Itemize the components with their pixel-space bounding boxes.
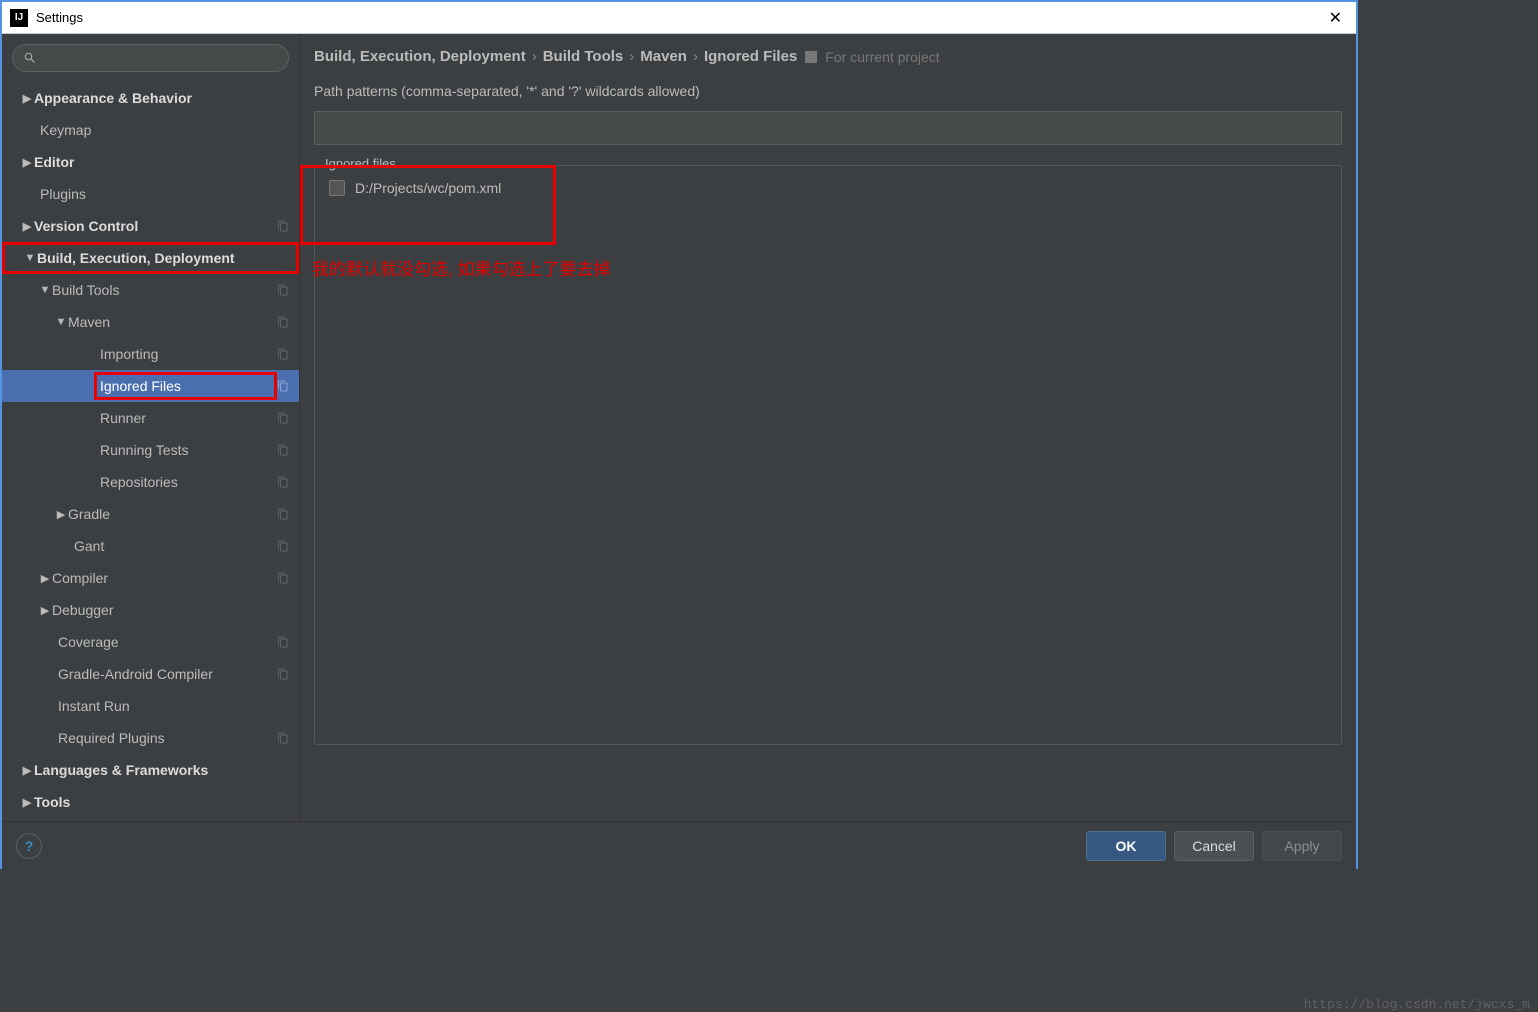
settings-sidebar: ▶Appearance & BehaviorKeymap▶EditorPlugi… — [2, 34, 300, 821]
tree-item-instant-run[interactable]: Instant Run — [2, 690, 299, 722]
tree-item-compiler[interactable]: ▶Compiler — [2, 562, 299, 594]
tree-item-label: Build, Execution, Deployment — [37, 250, 286, 266]
expand-arrow-icon: ▶ — [20, 220, 34, 233]
tree-item-label: Build Tools — [52, 282, 277, 298]
expand-arrow-icon: ▼ — [38, 284, 52, 296]
ok-button[interactable]: OK — [1086, 831, 1166, 861]
tree-item-label: Plugins — [40, 186, 289, 202]
crumb-sep: › — [693, 48, 698, 65]
tree-item-maven[interactable]: ▼Maven — [2, 306, 299, 338]
app-icon: IJ — [10, 9, 28, 27]
tree-item-running-tests[interactable]: Running Tests — [2, 434, 299, 466]
tree-item-label: Required Plugins — [58, 730, 277, 746]
crumb-1[interactable]: Build Tools — [543, 48, 624, 65]
tree-item-label: Instant Run — [58, 698, 289, 714]
crumb-3[interactable]: Ignored Files — [704, 48, 797, 65]
expand-arrow-icon: ▶ — [38, 604, 52, 617]
tree-item-build-tools[interactable]: ▼Build Tools — [2, 274, 299, 306]
tree-item-label: Version Control — [34, 218, 277, 234]
tree-item-label: Debugger — [52, 602, 289, 618]
tree-item-tools[interactable]: ▶Tools — [2, 786, 299, 818]
ignored-files-heading: Ignored files — [321, 156, 400, 171]
expand-arrow-icon: ▶ — [20, 764, 34, 777]
tree-item-gradle-android-compiler[interactable]: Gradle-Android Compiler — [2, 658, 299, 690]
main-panel: Build, Execution, Deployment › Build Too… — [300, 34, 1356, 821]
tree-item-gradle[interactable]: ▶Gradle — [2, 498, 299, 530]
tree-item-label: Running Tests — [100, 442, 277, 458]
tree-item-label: Maven — [68, 314, 277, 330]
crumb-2[interactable]: Maven — [640, 48, 687, 65]
tree-item-gant[interactable]: Gant — [2, 530, 299, 562]
tree-item-appearance-behavior[interactable]: ▶Appearance & Behavior — [2, 82, 299, 114]
breadcrumb: Build, Execution, Deployment › Build Too… — [300, 34, 1356, 73]
ignored-file-path: D:/Projects/wc/pom.xml — [355, 180, 501, 196]
crumb-sep: › — [629, 48, 634, 65]
tree-item-editor[interactable]: ▶Editor — [2, 146, 299, 178]
expand-arrow-icon: ▶ — [54, 508, 68, 521]
expand-arrow-icon: ▶ — [20, 796, 34, 809]
path-patterns-input[interactable] — [314, 111, 1342, 145]
dialog-footer: ? OK Cancel Apply https://blog.csdn.net/… — [2, 821, 1356, 869]
settings-tree: ▶Appearance & BehaviorKeymap▶EditorPlugi… — [2, 82, 299, 821]
ignored-file-checkbox[interactable] — [329, 180, 345, 196]
tree-item-plugins[interactable]: Plugins — [2, 178, 299, 210]
expand-arrow-icon: ▼ — [23, 252, 37, 264]
search-input[interactable] — [12, 44, 289, 72]
search-icon — [23, 51, 37, 65]
titlebar: IJ Settings ✕ — [2, 2, 1356, 34]
tree-item-label: Coverage — [58, 634, 277, 650]
tree-item-importing[interactable]: Importing — [2, 338, 299, 370]
expand-arrow-icon: ▶ — [20, 92, 34, 105]
tree-item-debugger[interactable]: ▶Debugger — [2, 594, 299, 626]
annotation-text: 我的默认就没勾选, 如果勾选上了要去掉 — [312, 255, 610, 280]
expand-arrow-icon: ▶ — [38, 572, 52, 585]
tree-item-required-plugins[interactable]: Required Plugins — [2, 722, 299, 754]
tree-item-languages-frameworks[interactable]: ▶Languages & Frameworks — [2, 754, 299, 786]
tree-item-label: Runner — [100, 410, 277, 426]
tree-item-version-control[interactable]: ▶Version Control — [2, 210, 299, 242]
tree-item-label: Gradle-Android Compiler — [58, 666, 277, 682]
tree-item-label: Gradle — [68, 506, 277, 522]
ignored-files-panel: Ignored files D:/Projects/wc/pom.xml — [314, 165, 1342, 745]
tree-item-ignored-files[interactable]: Ignored Files — [2, 370, 299, 402]
tree-item-repositories[interactable]: Repositories — [2, 466, 299, 498]
tree-item-label: Tools — [34, 794, 289, 810]
tree-item-coverage[interactable]: Coverage — [2, 626, 299, 658]
tree-item-label: Appearance & Behavior — [34, 90, 289, 106]
tree-item-label: Editor — [34, 154, 289, 170]
tree-item-label: Gant — [74, 538, 277, 554]
tree-item-label: Keymap — [40, 122, 289, 138]
tree-item-build-execution-deployment[interactable]: ▼Build, Execution, Deployment — [2, 242, 299, 274]
tree-item-label: Repositories — [100, 474, 277, 490]
tree-item-label: Importing — [100, 346, 277, 362]
tree-item-label: Languages & Frameworks — [34, 762, 289, 778]
tree-item-label: Ignored Files — [94, 372, 277, 400]
crumb-sep: › — [532, 48, 537, 65]
ignored-file-row[interactable]: D:/Projects/wc/pom.xml — [315, 166, 1341, 200]
tree-item-runner[interactable]: Runner — [2, 402, 299, 434]
tree-item-keymap[interactable]: Keymap — [2, 114, 299, 146]
apply-button[interactable]: Apply — [1262, 831, 1342, 861]
scope-icon — [805, 51, 817, 63]
expand-arrow-icon: ▼ — [54, 316, 68, 328]
crumb-0[interactable]: Build, Execution, Deployment — [314, 48, 526, 65]
cancel-button[interactable]: Cancel — [1174, 831, 1254, 861]
expand-arrow-icon: ▶ — [20, 156, 34, 169]
path-patterns-label: Path patterns (comma-separated, '*' and … — [314, 83, 1342, 99]
scope-label: For current project — [825, 49, 939, 65]
help-button[interactable]: ? — [16, 833, 42, 859]
tree-item-label: Compiler — [52, 570, 277, 586]
window-title: Settings — [36, 10, 1323, 25]
close-button[interactable]: ✕ — [1323, 8, 1348, 28]
